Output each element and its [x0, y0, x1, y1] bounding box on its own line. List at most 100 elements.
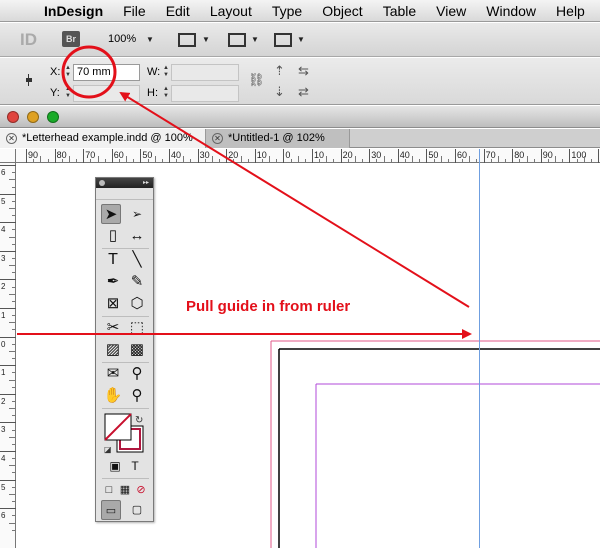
formatting-affects-text-icon[interactable]: T [125, 456, 145, 476]
ruler-minor-tick [440, 156, 442, 163]
type-tool-icon[interactable]: T [103, 250, 123, 270]
ruler-number: 80 [56, 150, 67, 160]
menu-window[interactable]: Window [476, 0, 546, 22]
apply-none-icon[interactable]: ⊘ [131, 480, 151, 500]
ruler-minor-tick [9, 436, 16, 438]
zoom-dropdown-icon[interactable]: ▼ [146, 35, 154, 44]
note-tool-icon[interactable]: ✉ [103, 364, 123, 384]
rectangle-frame-tool-icon[interactable]: ⊠ [103, 294, 123, 314]
selection-tool-icon[interactable]: ➤ [101, 204, 121, 224]
gap-tool-icon[interactable]: ↔ [127, 226, 147, 246]
zoom-tool-icon[interactable]: ⚲ [127, 386, 147, 406]
ruler-number: 6 [1, 511, 6, 521]
ruler-minor-tick [183, 156, 185, 163]
ruler-origin[interactable] [0, 149, 16, 163]
view-options-icon[interactable] [178, 33, 196, 47]
h-stepper[interactable]: ▲ ▼ [162, 86, 170, 100]
preview-mode-icon[interactable]: ▢ [127, 500, 147, 520]
ruler-minor-tick [12, 243, 16, 245]
tab-letterhead-example[interactable]: ✕ *Letterhead example.indd @ 100% [0, 129, 206, 148]
ruler-minor-tick [176, 159, 178, 163]
menu-layout[interactable]: Layout [200, 0, 262, 22]
menu-type[interactable]: Type [262, 0, 312, 22]
ruler-minor-tick [12, 458, 16, 460]
normal-view-mode-icon[interactable]: ▭ [101, 500, 121, 520]
screen-mode-icon[interactable] [228, 33, 246, 47]
ruler-number: 30 [371, 150, 382, 160]
ruler-number: 90 [28, 150, 39, 160]
fill-stroke-swatches[interactable]: ↻ ◪ [103, 412, 147, 454]
vertical-ruler[interactable]: 6 5 4 3 2 1 0 1 2 3 4 5 6 [0, 163, 16, 548]
w-stepper[interactable]: ▲ ▼ [162, 65, 170, 79]
hand-tool-icon[interactable]: ✋ [103, 386, 123, 406]
swap-fill-stroke-icon: ↻ [135, 415, 143, 426]
ruler-major-tick [0, 193, 16, 195]
application-bar: ID Br 100% ▼ ▼ ▼ ▼ [0, 23, 600, 57]
select-next-object-icon[interactable]: ⇄ [298, 84, 309, 100]
zoom-window-icon[interactable] [47, 111, 59, 123]
scissors-tool-icon[interactable]: ✂ [103, 318, 123, 338]
select-content-icon[interactable]: ⇣ [274, 84, 285, 100]
default-fill-stroke-icon: ◪ [104, 445, 112, 454]
x-stepper[interactable]: ▲ ▼ [64, 65, 72, 79]
x-position-field[interactable]: 70 mm [73, 64, 140, 81]
zoom-level-select[interactable]: 100% [108, 33, 136, 45]
y-position-field[interactable] [73, 85, 140, 102]
tools-panel-header[interactable]: ▸▸ [96, 178, 153, 188]
page-tool-icon[interactable]: ▯ [103, 226, 123, 246]
ruler-major-tick [0, 508, 16, 510]
menu-object[interactable]: Object [312, 0, 372, 22]
constrain-proportions-icon[interactable]: ⛓ [248, 72, 265, 88]
width-field[interactable] [171, 64, 239, 81]
screen-mode-dropdown-icon[interactable]: ▼ [251, 35, 259, 44]
ruler-minor-tick [583, 156, 585, 163]
select-container-icon[interactable]: ⇡ [274, 63, 285, 79]
menu-file[interactable]: File [113, 0, 156, 22]
expand-panel-icon[interactable]: ▸▸ [143, 178, 149, 188]
direct-selection-tool-icon[interactable]: ➢ [127, 204, 147, 224]
ruler-minor-tick [47, 159, 49, 163]
arrange-documents-icon[interactable] [274, 33, 292, 47]
menu-table[interactable]: Table [373, 0, 426, 22]
formatting-affects-container-icon[interactable]: ▣ [105, 456, 125, 476]
reference-point-icon[interactable] [26, 74, 32, 86]
view-options-dropdown-icon[interactable]: ▼ [202, 35, 210, 44]
ruler-minor-tick [476, 159, 478, 163]
line-tool-icon[interactable]: ╲ [127, 250, 147, 270]
arrange-documents-dropdown-icon[interactable]: ▼ [297, 35, 305, 44]
minimize-window-icon[interactable] [27, 111, 39, 123]
close-tab-icon[interactable]: ✕ [212, 133, 223, 144]
y-label: Y: [50, 87, 60, 99]
ruler-minor-tick [12, 501, 16, 503]
menu-help[interactable]: Help [546, 0, 595, 22]
ruler-minor-tick [104, 159, 106, 163]
tab-untitled-1[interactable]: ✕ *Untitled-1 @ 102% [206, 129, 350, 148]
close-window-icon[interactable] [7, 111, 19, 123]
gradient-feather-tool-icon[interactable]: ▩ [127, 340, 147, 360]
ruler-minor-tick [12, 472, 16, 474]
eyedropper-tool-icon[interactable]: ⚲ [127, 364, 147, 384]
menu-view[interactable]: View [426, 0, 476, 22]
close-tab-icon[interactable]: ✕ [6, 133, 17, 144]
ruler-minor-tick [447, 159, 449, 163]
height-field[interactable] [171, 85, 239, 102]
ruler-minor-tick [12, 358, 16, 360]
pencil-tool-icon[interactable]: ✎ [127, 272, 147, 292]
ruler-minor-tick [12, 401, 16, 402]
polygon-tool-icon[interactable]: ⬡ [127, 294, 147, 314]
tools-panel-grip[interactable] [96, 188, 153, 200]
document-window-titlebar [0, 106, 600, 128]
horizontal-ruler[interactable]: 90 80 70 60 50 40 30 20 10 0 10 20 30 40 50 60 70 80 90 100… [16, 149, 600, 163]
menu-edit[interactable]: Edit [156, 0, 200, 22]
vertical-ruler-guide[interactable] [479, 149, 480, 548]
free-transform-tool-icon[interactable]: ⬚ [127, 318, 147, 338]
menu-app-name[interactable]: InDesign [34, 0, 113, 22]
y-stepper[interactable]: ▲ ▼ [64, 86, 72, 100]
ruler-minor-tick [154, 156, 156, 163]
select-previous-object-icon[interactable]: ⇆ [298, 63, 309, 79]
bridge-button[interactable]: Br [62, 31, 80, 47]
gradient-swatch-tool-icon[interactable]: ▨ [103, 340, 123, 360]
close-panel-icon[interactable] [99, 180, 105, 186]
tool-separator [102, 316, 149, 317]
pen-tool-icon[interactable]: ✒ [103, 272, 123, 292]
